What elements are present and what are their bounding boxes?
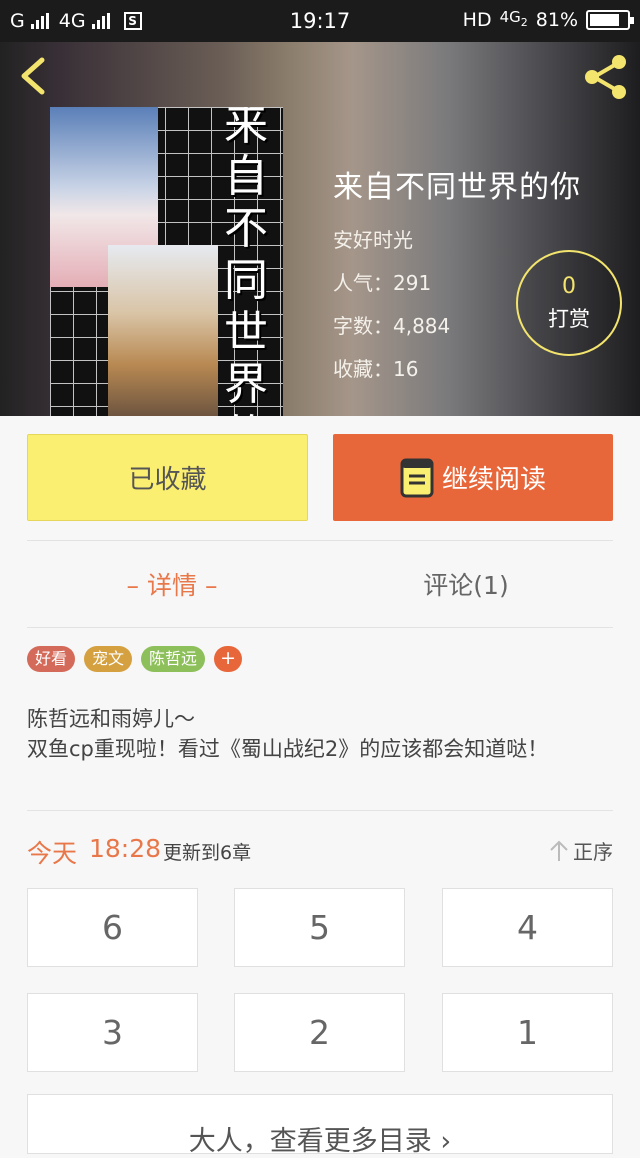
chapter-button[interactable]: 2 xyxy=(234,993,405,1072)
network-right-text: 4G xyxy=(499,8,521,26)
more-chapters-button[interactable]: 大人，查看更多目录 › xyxy=(27,1094,613,1157)
arrow-up-icon xyxy=(550,840,568,861)
update-row: 今天 18:28 更新到6章 正序 xyxy=(27,830,613,870)
description-line-1: 陈哲远和雨婷儿～ xyxy=(27,707,195,731)
description-line-2: 双鱼cp重现啦！看过《蜀山战纪2》的应该都会知道哒！ xyxy=(27,737,549,761)
update-text: 更新到6章 xyxy=(163,842,252,864)
battery-fill xyxy=(590,14,619,26)
network-right-sub: 2 xyxy=(520,16,528,29)
tip-button[interactable]: 0 打赏 xyxy=(516,250,622,356)
tab-detail[interactable]: – 详情 – xyxy=(22,541,322,627)
book-favorites: 收藏：16 xyxy=(333,357,419,381)
cover-title: 来自不同世界的你 xyxy=(224,107,268,416)
chapter-button[interactable]: 5 xyxy=(234,888,405,967)
share-icon[interactable] xyxy=(580,52,630,102)
tag-list: 好看 宠文 陈哲远 + xyxy=(27,646,243,672)
divider xyxy=(27,810,613,811)
network-right-label: 4G2 xyxy=(500,10,528,30)
battery-icon xyxy=(586,10,634,30)
tab-comments[interactable]: 评论(1) xyxy=(316,541,616,627)
hd-label: HD xyxy=(462,9,492,31)
book-header: 来自不同世界的你 来自不同世界的你 安好时光 人气：291 字数：4,884 收… xyxy=(0,42,640,416)
divider xyxy=(27,627,613,628)
cover-photo-actor xyxy=(108,245,218,416)
chapter-button[interactable]: 3 xyxy=(27,993,198,1072)
continue-reading-button[interactable]: 继续阅读 xyxy=(333,434,613,521)
sort-order-button[interactable]: 正序 xyxy=(549,836,613,865)
favorited-button[interactable]: 已收藏 xyxy=(27,434,308,521)
book-title: 来自不同世界的你 xyxy=(333,170,581,205)
book-icon xyxy=(400,458,434,497)
book-description: 陈哲远和雨婷儿～ 双鱼cp重现啦！看过《蜀山战纪2》的应该都会知道哒！ xyxy=(27,704,613,764)
tip-count: 0 xyxy=(562,274,576,299)
tab-bar: – 详情 – 评论(1) xyxy=(0,541,640,627)
tag-item[interactable]: 好看 xyxy=(27,646,76,672)
update-day: 今天 xyxy=(27,839,78,868)
battery-percent: 81% xyxy=(535,9,578,31)
status-bar: G 4G S 19:17 HD 4G2 81% xyxy=(0,0,640,42)
favorited-label: 已收藏 xyxy=(128,465,207,495)
book-author[interactable]: 安好时光 xyxy=(333,224,581,253)
book-cover[interactable]: 来自不同世界的你 xyxy=(50,107,283,416)
back-icon[interactable] xyxy=(14,54,54,98)
continue-reading-label: 继续阅读 xyxy=(441,465,546,495)
sort-order-label: 正序 xyxy=(573,840,613,864)
add-tag-button[interactable]: + xyxy=(214,646,243,672)
update-time: 18:28 xyxy=(89,834,162,863)
chapter-button[interactable]: 1 xyxy=(442,993,613,1072)
tag-item[interactable]: 陈哲远 xyxy=(141,646,206,672)
tip-label: 打赏 xyxy=(548,307,590,331)
tag-item[interactable]: 宠文 xyxy=(84,646,133,672)
chapter-button[interactable]: 4 xyxy=(442,888,613,967)
chapter-button[interactable]: 6 xyxy=(27,888,198,967)
